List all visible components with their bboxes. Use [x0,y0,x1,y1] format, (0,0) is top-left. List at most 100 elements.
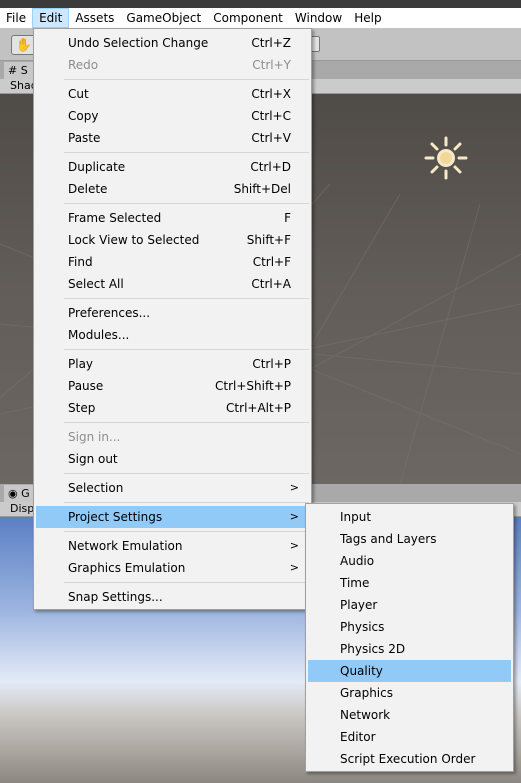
submenu-item-script-execution-order[interactable]: Script Execution Order [308,748,511,770]
submenu-item-physics[interactable]: Physics [308,616,511,638]
menu-file[interactable]: File [0,8,32,28]
menu-item-delete[interactable]: Delete Shift+Del [36,178,309,200]
menu-item-sign-in[interactable]: Sign in... [36,426,309,448]
submenu-arrow-icon: > [289,481,299,494]
menu-item-label: Modules... [68,328,130,342]
menu-item-label: Frame Selected [68,211,162,225]
menu-item-shortcut: Shift+F [246,233,291,247]
menu-help[interactable]: Help [348,8,387,28]
submenu-item-network[interactable]: Network [308,704,511,726]
menu-item-selection[interactable]: Selection > [36,477,309,499]
menu-item-shortcut: Ctrl+X [251,87,291,101]
menu-item-label: Find [68,255,93,269]
menu-item-preferences[interactable]: Preferences... [36,302,309,324]
menu-item-project-settings[interactable]: Project Settings > [36,506,309,528]
menu-item-label: Network Emulation [68,539,183,553]
menu-item-label: Step [68,401,96,415]
menu-item-label: Paste [68,131,101,145]
menu-item-shortcut: Ctrl+C [251,109,291,123]
menu-item-label: Play [68,357,94,371]
hand-icon: ✋ [15,37,33,53]
menu-item-label: Pause [68,379,104,393]
menu-edit[interactable]: Edit [32,8,70,28]
submenu-item-tags-and-layers[interactable]: Tags and Layers [308,528,511,550]
tab-game-label: G [21,487,30,500]
menu-item-shortcut: F [284,211,291,225]
menu-item-shortcut: Shift+Del [233,182,291,196]
grid-icon: # [8,64,18,77]
menu-item-snap-settings[interactable]: Snap Settings... [36,586,309,608]
submenu-arrow-icon: > [289,510,299,523]
menu-separator [64,298,309,299]
menu-item-redo[interactable]: Redo Ctrl+Y [36,54,309,76]
menu-item-shortcut: Ctrl+Z [251,36,291,50]
window-title-strip [0,0,521,8]
menu-item-label: Selection [68,481,124,495]
menu-item-shortcut: Ctrl+Shift+P [215,379,291,393]
directional-light-icon[interactable] [424,136,468,180]
menu-item-shortcut: Ctrl+D [250,160,291,174]
menu-separator [64,79,309,80]
submenu-item-player[interactable]: Player [308,594,511,616]
submenu-arrow-icon: > [289,561,299,574]
menu-item-shortcut: Ctrl+F [252,255,291,269]
submenu-item-editor[interactable]: Editor [308,726,511,748]
menu-gameobject[interactable]: GameObject [120,8,207,28]
tab-game[interactable]: ◉ G [4,485,34,502]
menu-item-label: Cut [68,87,89,101]
menu-item-label: Copy [68,109,99,123]
project-settings-submenu: Input Tags and Layers Audio Time Player … [305,503,514,772]
menu-item-sign-out[interactable]: Sign out [36,448,309,470]
menu-assets[interactable]: Assets [69,8,120,28]
menu-separator [64,152,309,153]
menu-item-copy[interactable]: Copy Ctrl+C [36,105,309,127]
menu-separator [64,582,309,583]
menu-item-shortcut: Ctrl+P [252,357,291,371]
menu-item-label: Lock View to Selected [68,233,200,247]
menu-item-find[interactable]: Find Ctrl+F [36,251,309,273]
submenu-item-input[interactable]: Input [308,506,511,528]
submenu-item-audio[interactable]: Audio [308,550,511,572]
menu-item-label: Undo Selection Change [68,36,209,50]
menu-item-select-all[interactable]: Select All Ctrl+A [36,273,309,295]
menu-item-shortcut: Ctrl+Alt+P [226,401,291,415]
menu-item-label: Redo [68,58,99,72]
menu-separator [64,422,309,423]
menu-item-paste[interactable]: Paste Ctrl+V [36,127,309,149]
tab-scene-label: S [20,64,28,77]
menu-item-undo[interactable]: Undo Selection Change Ctrl+Z [36,32,309,54]
menu-item-cut[interactable]: Cut Ctrl+X [36,83,309,105]
menu-separator [64,502,309,503]
submenu-item-physics-2d[interactable]: Physics 2D [308,638,511,660]
menu-item-network-emulation[interactable]: Network Emulation > [36,535,309,557]
menu-item-label: Snap Settings... [68,590,163,604]
menu-item-play[interactable]: Play Ctrl+P [36,353,309,375]
menu-item-graphics-emulation[interactable]: Graphics Emulation > [36,557,309,579]
menu-item-step[interactable]: Step Ctrl+Alt+P [36,397,309,419]
submenu-item-time[interactable]: Time [308,572,511,594]
menu-item-label: Select All [68,277,124,291]
menu-separator [64,473,309,474]
menu-window[interactable]: Window [289,8,348,28]
menu-item-label: Sign out [68,452,118,466]
edit-menu: Undo Selection Change Ctrl+Z Redo Ctrl+Y… [33,28,312,610]
submenu-item-quality[interactable]: Quality [308,660,511,682]
submenu-arrow-icon: > [289,539,299,552]
game-controller-icon: ◉ [8,487,18,500]
menu-separator [64,203,309,204]
menu-item-modules[interactable]: Modules... [36,324,309,346]
menubar: File Edit Assets GameObject Component Wi… [0,8,521,28]
display-dropdown[interactable]: Disp [10,502,34,516]
menu-item-duplicate[interactable]: Duplicate Ctrl+D [36,156,309,178]
menu-item-frame-selected[interactable]: Frame Selected F [36,207,309,229]
menu-item-shortcut: Ctrl+Y [252,58,291,72]
menu-item-shortcut: Ctrl+A [251,277,291,291]
menu-item-label: Duplicate [68,160,126,174]
menu-item-pause[interactable]: Pause Ctrl+Shift+P [36,375,309,397]
menu-item-lock-view[interactable]: Lock View to Selected Shift+F [36,229,309,251]
menu-component[interactable]: Component [207,8,289,28]
menu-item-shortcut: Ctrl+V [251,131,291,145]
menu-item-label: Sign in... [68,430,121,444]
menu-separator [64,349,309,350]
submenu-item-graphics[interactable]: Graphics [308,682,511,704]
